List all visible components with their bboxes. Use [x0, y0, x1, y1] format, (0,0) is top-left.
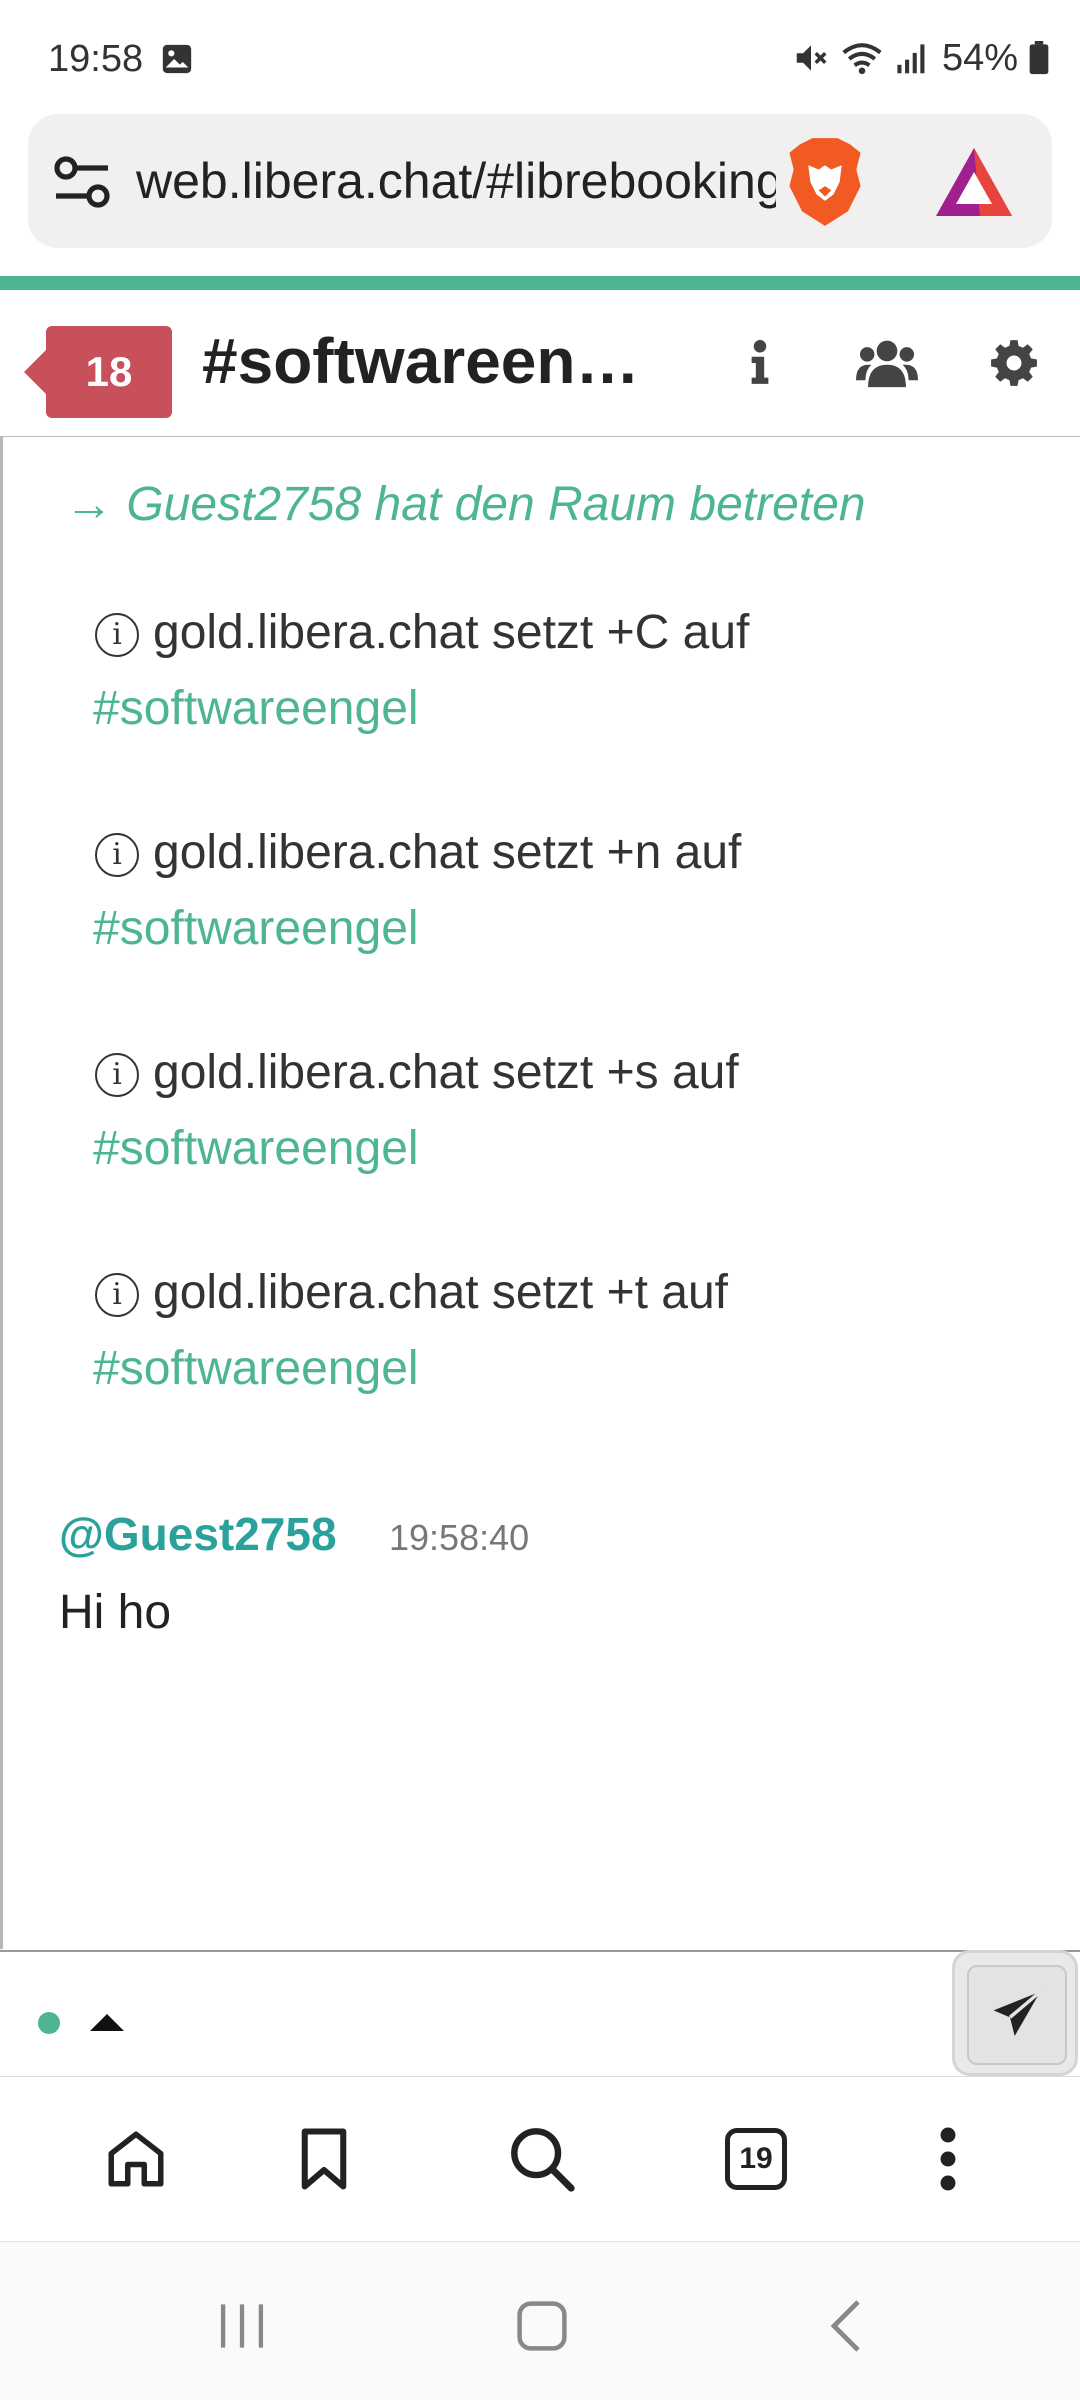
- home-square-icon: [517, 2301, 567, 2351]
- bookmark-icon: [301, 2128, 347, 2190]
- menu-button[interactable]: [910, 2121, 986, 2197]
- message-time: 19:58:40: [389, 1517, 530, 1558]
- system-message: i gold.libera.chat setzt +C auf #software…: [93, 595, 750, 747]
- gear-icon: [991, 340, 1037, 386]
- brave-shields-icon[interactable]: [780, 136, 870, 228]
- browser-toolbar: 19: [0, 2076, 1080, 2243]
- info-circle-icon: i: [95, 833, 139, 877]
- message-text: Hi ho: [59, 1586, 172, 1639]
- more-vertical-icon: [940, 2127, 956, 2191]
- home-button[interactable]: [98, 2121, 174, 2197]
- battery-icon: [1029, 41, 1049, 75]
- tab-count: 19: [725, 2128, 787, 2190]
- send-button-frame[interactable]: [952, 1950, 1078, 2076]
- channel-header: 18 #softwareen…: [0, 290, 1080, 438]
- join-notice: → Guest2758 hat den Raum betreten: [65, 478, 866, 531]
- site-settings-icon[interactable]: [52, 154, 112, 210]
- channel-link[interactable]: #softwareengel: [93, 671, 749, 747]
- message-input-bar[interactable]: [0, 1950, 1080, 2076]
- connection-accent-bar: [0, 276, 1080, 290]
- bookmarks-button[interactable]: [286, 2121, 362, 2197]
- status-time: 19:58: [48, 38, 144, 80]
- system-message: i gold.libera.chat setzt +s auf #software…: [93, 1035, 739, 1187]
- message-list[interactable]: → Guest2758 hat den Raum betreten i gold.…: [0, 437, 1080, 1949]
- url-text[interactable]: web.libera.chat/#librebooking: [136, 152, 776, 210]
- search-button[interactable]: [504, 2121, 580, 2197]
- system-message: i gold.libera.chat setzt +n auf #software…: [93, 815, 742, 967]
- back-button[interactable]: [806, 2286, 886, 2366]
- mute-icon: [796, 45, 827, 71]
- channel-info-button[interactable]: [740, 330, 780, 396]
- address-bar[interactable]: web.libera.chat/#librebooking: [28, 114, 1052, 248]
- system-message-text: gold.libera.chat setzt +s auf: [153, 1046, 739, 1099]
- info-icon: [751, 340, 769, 384]
- status-icons: 54%: [792, 36, 1050, 80]
- tabs-button[interactable]: 19: [718, 2121, 794, 2197]
- badge-tail: [24, 348, 48, 396]
- channel-link[interactable]: #softwareengel: [93, 891, 741, 967]
- info-circle-icon: i: [95, 1053, 139, 1097]
- system-message: i gold.libera.chat setzt +t auf #software…: [93, 1255, 729, 1407]
- unread-badge[interactable]: 18: [46, 326, 172, 418]
- system-message-text: gold.libera.chat setzt +C auf: [153, 606, 750, 659]
- channel-settings-button[interactable]: [984, 330, 1044, 396]
- system-nav-bar: [0, 2242, 1080, 2400]
- image-icon: [162, 44, 192, 74]
- info-circle-icon: i: [95, 1273, 139, 1317]
- home-icon: [108, 2131, 164, 2187]
- channel-link[interactable]: #softwareengel: [93, 1331, 728, 1407]
- caret-up-icon[interactable]: [90, 2014, 124, 2031]
- channel-title[interactable]: #softwareen…: [202, 324, 639, 398]
- connection-status-dot: [38, 2012, 60, 2034]
- recent-apps-button[interactable]: [202, 2286, 282, 2366]
- recents-icon: [220, 2304, 264, 2348]
- system-message-text: gold.libera.chat setzt +n auf: [153, 826, 742, 879]
- wifi-icon: [842, 43, 882, 75]
- users-icon: [856, 340, 918, 388]
- message-nick[interactable]: @Guest2758: [59, 1507, 337, 1561]
- search-icon: [511, 2128, 575, 2192]
- back-chevron-icon: [830, 2300, 860, 2352]
- status-bar: 19:58 54%: [0, 0, 1080, 110]
- send-icon: [993, 1990, 1042, 2036]
- channel-link[interactable]: #softwareengel: [93, 1111, 739, 1187]
- system-message-text: gold.libera.chat setzt +t auf: [153, 1266, 729, 1319]
- info-circle-icon: i: [95, 613, 139, 657]
- brave-rewards-icon[interactable]: [932, 144, 1016, 220]
- signal-icon: [897, 44, 925, 74]
- members-button[interactable]: [852, 330, 922, 396]
- home-nav-button[interactable]: [502, 2286, 582, 2366]
- send-button[interactable]: [967, 1965, 1067, 2065]
- battery-percent: 54%: [941, 36, 1018, 79]
